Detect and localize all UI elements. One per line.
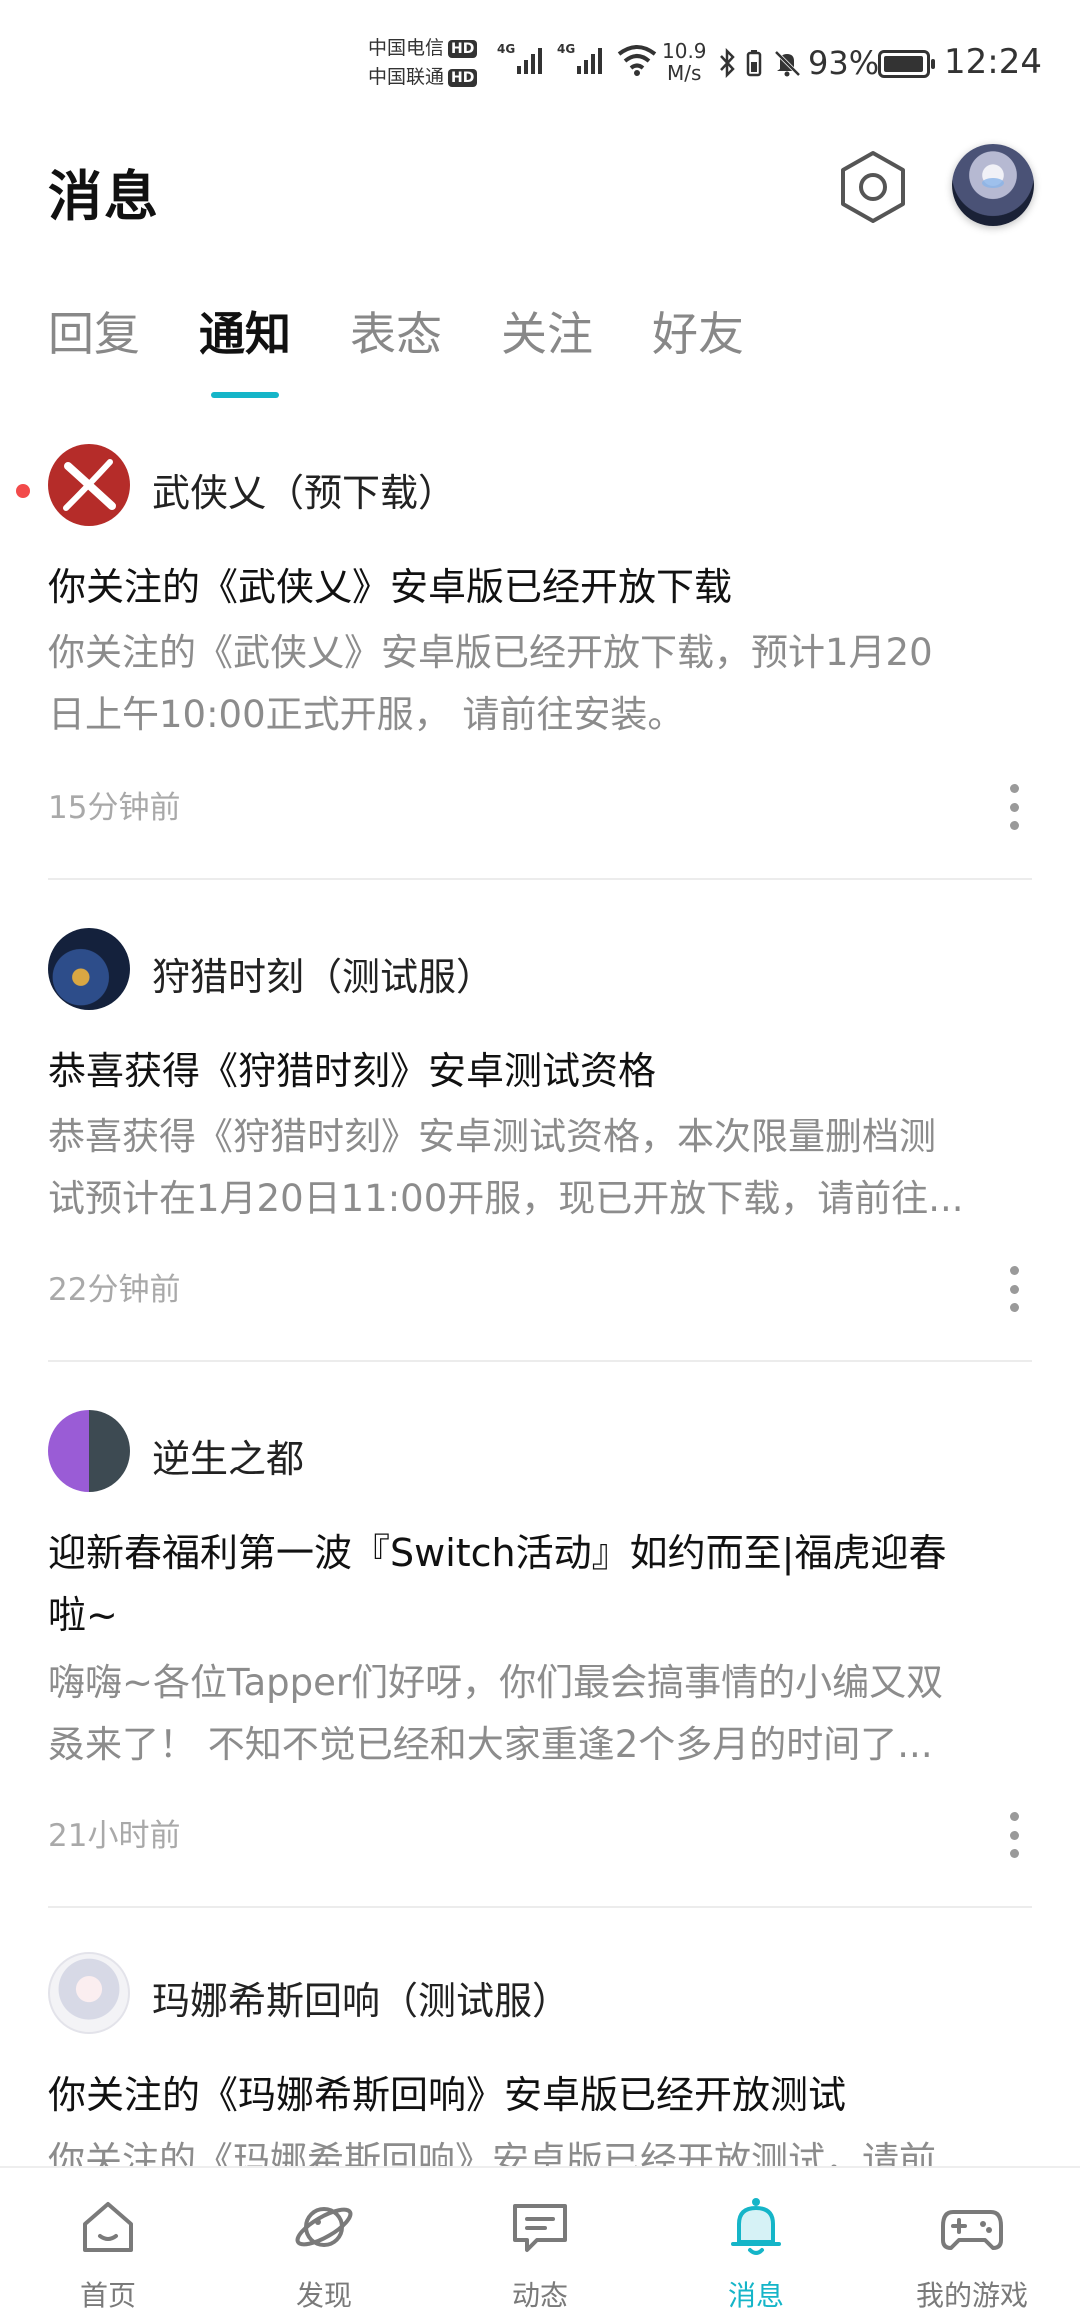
tab-notification[interactable]: 通知 (199, 302, 291, 398)
carrier-info: 中国电信 HD 中国联通 HD (368, 34, 478, 92)
notification-body: 恭喜获得《狩猎时刻》安卓测试资格，本次限量删档测 试预计在1月20日11:00开… (48, 1115, 964, 1220)
status-bar: 中国电信 HD 中国联通 HD 4G 4G 10.9 M/s 93% 12:24 (0, 0, 1080, 130)
notification-title: 你关注的《武侠乂》安卓版已经开放下载 (48, 565, 733, 609)
mute-bell-icon (774, 50, 801, 77)
network-speed: 10.9 M/s (662, 39, 707, 85)
nav-label: 我的游戏 (915, 2279, 1028, 2312)
divider (48, 878, 1032, 880)
clock: 12:24 (944, 42, 1042, 82)
nav-label: 动态 (511, 2279, 568, 2312)
app-name[interactable]: 玛娜希斯回响（测试服） (152, 1970, 570, 2025)
nav-label: 首页 (79, 2279, 136, 2312)
notification-title: 恭喜获得《狩猎时刻》安卓测试资格 (48, 1049, 657, 1093)
notification-time: 22分钟前 (48, 1272, 181, 1308)
app-icon-manahisi[interactable] (48, 1952, 130, 2034)
app-name[interactable]: 逆生之都 (152, 1428, 304, 1483)
notification-title: 你关注的《玛娜希斯回响》安卓版已经开放测试 (48, 2073, 847, 2117)
nav-my-games[interactable]: 我的游戏 (864, 2168, 1080, 2324)
carrier-2: 中国联通 (368, 66, 445, 88)
tab-reaction[interactable]: 表态 (350, 302, 442, 372)
app-icon-wuxia[interactable] (48, 444, 130, 526)
battery-icon (878, 50, 935, 78)
app-name[interactable]: 狩猎时刻（测试服） (152, 946, 494, 1001)
divider (48, 1906, 1032, 1908)
nav-feed[interactable]: 动态 (432, 2168, 648, 2324)
active-tab-indicator (211, 392, 279, 398)
tab-friends[interactable]: 好友 (652, 302, 744, 372)
hd-badge: HD (448, 68, 478, 87)
battery-percent: 93% (808, 44, 880, 82)
hd-badge: HD (448, 39, 478, 58)
chat-bubble-icon (513, 2204, 567, 2252)
gamepad-icon (941, 2210, 1003, 2250)
settings-hexagon-icon[interactable] (836, 148, 910, 226)
signal-1-icon: 4G (497, 42, 542, 74)
unread-dot (16, 484, 30, 498)
tab-follow[interactable]: 关注 (501, 302, 593, 372)
nav-home[interactable]: 首页 (0, 2168, 216, 2324)
planet-icon (295, 2207, 353, 2247)
nav-label: 发现 (295, 2279, 352, 2312)
notification-title: 迎新春福利第一波『Switch活动』如约而至|福虎迎春 啦~ (48, 1531, 947, 1637)
message-tabs: 回复 通知 表态 关注 好友 (48, 302, 803, 402)
avatar[interactable] (952, 144, 1034, 226)
app-name[interactable]: 武侠乂（预下载） (152, 462, 456, 517)
more-options-icon[interactable] (1004, 1266, 1024, 1312)
app-icon-nisheng-city[interactable] (48, 1410, 130, 1492)
notification-time: 21小时前 (48, 1818, 181, 1854)
signal-2-icon: 4G (557, 42, 602, 74)
more-options-icon[interactable] (1004, 784, 1024, 830)
page-title: 消息 (48, 165, 160, 228)
bell-icon (731, 2198, 781, 2255)
vibrate-battery-icon (746, 50, 762, 77)
carrier-1: 中国电信 (368, 37, 445, 59)
nav-label: 消息 (727, 2279, 784, 2312)
nav-discover[interactable]: 发现 (216, 2168, 432, 2324)
nav-messages[interactable]: 消息 (648, 2168, 864, 2324)
more-options-icon[interactable] (1004, 1812, 1024, 1858)
bluetooth-icon (720, 48, 735, 78)
home-icon (83, 2202, 133, 2252)
tab-reply[interactable]: 回复 (48, 302, 140, 372)
notification-body: 嗨嗨~各位Tapper们好呀，你们最会搞事情的小编又双 叒来了！ 不知不觉已经和… (48, 1661, 944, 1766)
bottom-navigation: 首页 发现 动态 消息 我的游戏 (0, 2166, 1080, 2324)
notification-body: 你关注的《武侠乂》安卓版已经开放下载，预计1月20 日上午10:00正式开服， … (48, 631, 933, 736)
wifi-icon (617, 45, 657, 76)
notification-time: 15分钟前 (48, 790, 181, 826)
divider (48, 1360, 1032, 1362)
app-icon-hunting-moment[interactable] (48, 928, 130, 1010)
